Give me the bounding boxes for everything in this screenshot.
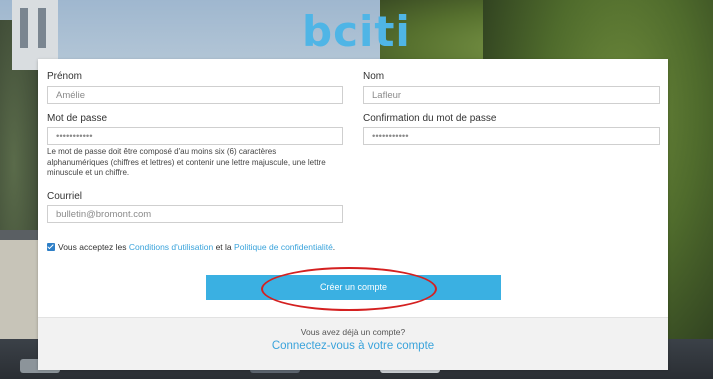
login-footer: Vous avez déjà un compte? Connectez-vous… [38,317,668,370]
login-link[interactable]: Connectez-vous à votre compte [38,340,668,352]
terms-middle: et la [215,242,232,252]
terms-suffix: . [332,242,336,252]
first-name-label: Prénom [47,71,83,82]
last-name-label: Nom [363,71,385,82]
terms-checkbox[interactable] [47,243,55,251]
signup-card: Prénom Amélie Nom Lafleur Mot de passe •… [38,59,668,370]
bciti-logo: bciti [302,10,411,54]
terms-of-use-link[interactable]: Conditions d'utilisation [129,242,213,252]
password-input[interactable]: ••••••••••• [47,127,343,145]
password-label: Mot de passe [47,113,108,124]
create-account-button[interactable]: Créer un compte [206,275,501,300]
email-label: Courriel [47,191,83,202]
existing-account-question: Vous avez déjà un compte? [300,327,406,337]
first-name-input[interactable]: Amélie [47,86,343,104]
terms-prefix: Vous acceptez les [58,242,127,252]
password-confirm-input[interactable]: ••••••••••• [363,127,660,145]
privacy-policy-link[interactable]: Politique de confidentialité [234,242,333,252]
email-input[interactable]: bulletin@bromont.com [47,205,343,223]
terms-agreement: Vous acceptez les Conditions d'utilisati… [47,242,347,253]
password-confirm-label: Confirmation du mot de passe [363,113,497,124]
password-requirements: Le mot de passe doit être composé d'au m… [47,147,326,177]
logo-text: bciti [302,7,411,56]
last-name-input[interactable]: Lafleur [363,86,660,104]
